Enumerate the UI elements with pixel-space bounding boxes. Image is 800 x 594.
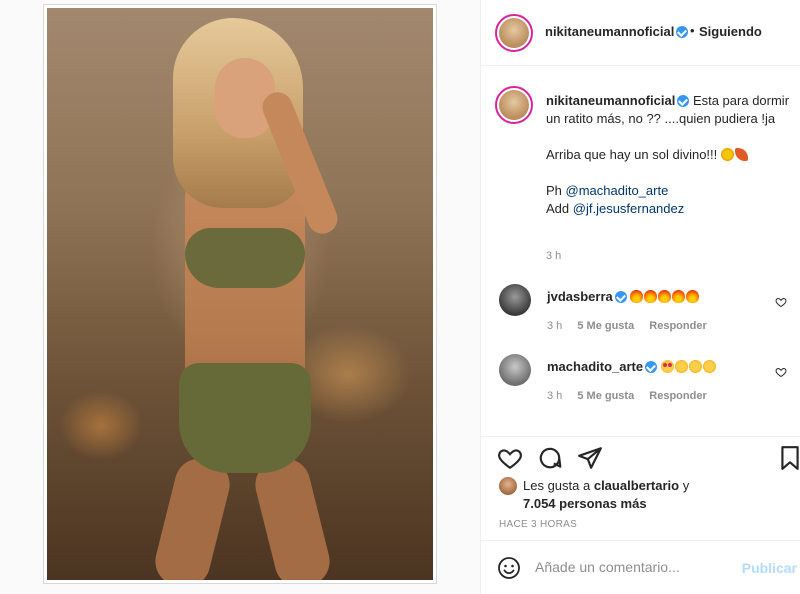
heart-eyes-emoji-icon — [660, 360, 674, 373]
comment-input[interactable] — [535, 551, 735, 583]
verified-icon — [645, 361, 658, 373]
post-timestamp[interactable]: HACE 3 HORAS — [499, 519, 577, 530]
mention-link[interactable]: @machadito_arte — [566, 183, 669, 198]
caption-add-label: Add — [546, 201, 570, 216]
emoji-icon[interactable] — [497, 556, 521, 580]
caption-username[interactable]: nikitaneumannoficial — [546, 93, 675, 108]
fire-emoji-icon — [672, 290, 686, 303]
comment-icon[interactable] — [537, 445, 563, 471]
comment-likes[interactable]: 5 Me gusta — [577, 390, 634, 402]
publish-button[interactable]: Publicar — [742, 560, 797, 576]
likes-count[interactable]: 7.054 personas más — [523, 496, 647, 511]
comment-timestamp[interactable]: 3 h — [547, 320, 562, 332]
heart-icon[interactable] — [497, 445, 523, 471]
fire-emoji-icon — [686, 290, 700, 303]
bookmark-icon[interactable] — [777, 445, 800, 471]
liker-username[interactable]: claualbertario — [594, 478, 679, 493]
comment-like-icon[interactable] — [775, 366, 787, 378]
likes-connector: y — [682, 478, 690, 493]
comment-text: machadito_arte — [547, 359, 717, 374]
likes-prefix: Les gusta a — [523, 478, 591, 493]
comment-like-icon[interactable] — [775, 296, 787, 308]
post-sidebar: nikitaneumannoficial • Siguiendo nikitan… — [480, 0, 800, 594]
caption-timestamp[interactable]: 3 h — [546, 250, 561, 262]
comment-timestamp[interactable]: 3 h — [547, 390, 562, 402]
fire-emoji-icon — [644, 290, 658, 303]
comment-meta: 3 h 5 Me gusta Responder — [547, 320, 719, 332]
caption-text-line2: Arriba que hay un sol divino!!! — [546, 147, 718, 162]
commenter-avatar[interactable] — [499, 284, 531, 316]
author-username[interactable]: nikitaneumannoficial — [545, 24, 689, 39]
mention-link[interactable]: @jf.jesusfernandez — [573, 201, 684, 216]
post-actions: Les gusta a claualbertario y 7.054 perso… — [481, 436, 800, 538]
sun-emoji-icon — [720, 148, 734, 161]
post-caption: nikitaneumannoficial Esta para dormir un… — [546, 92, 791, 218]
commenter-username[interactable]: machadito_arte — [547, 359, 643, 374]
fire-emoji-icon — [630, 290, 644, 303]
media-area — [0, 0, 480, 594]
comment-likes[interactable]: 5 Me gusta — [577, 320, 634, 332]
fire-emoji-icon — [658, 290, 672, 303]
commenter-username[interactable]: jvdasberra — [547, 289, 613, 304]
comment-item: machadito_arte 3 h 5 Me gusta Responder — [481, 348, 800, 408]
post-page: nikitaneumannoficial • Siguiendo nikitan… — [0, 0, 800, 594]
commenter-avatar[interactable] — [499, 354, 531, 386]
author-avatar[interactable] — [495, 14, 533, 52]
header-separator: • — [690, 23, 695, 38]
verified-icon — [677, 95, 690, 107]
share-icon[interactable] — [577, 445, 603, 471]
clap-emoji-icon — [702, 360, 716, 373]
post-photo-frame[interactable] — [43, 4, 437, 584]
caption-avatar[interactable] — [495, 86, 533, 124]
clap-emoji-icon — [688, 360, 702, 373]
comments-section: nikitaneumannoficial Esta para dormir un… — [481, 66, 800, 436]
clap-emoji-icon — [674, 360, 688, 373]
post-header: nikitaneumannoficial • Siguiendo — [481, 0, 800, 66]
comment-meta: 3 h 5 Me gusta Responder — [547, 390, 719, 402]
reply-button[interactable]: Responder — [649, 390, 706, 402]
caption-ph-label: Ph — [546, 183, 562, 198]
verified-icon — [614, 291, 627, 303]
liker-avatar[interactable] — [499, 477, 517, 495]
following-button[interactable]: Siguiendo — [699, 24, 762, 39]
reply-button[interactable]: Responder — [649, 320, 706, 332]
comment-text: jvdasberra — [547, 289, 700, 304]
comment-item: jvdasberra 3 h 5 Me gusta Responder — [481, 278, 800, 338]
add-comment-bar: Publicar — [481, 540, 800, 594]
post-photo[interactable] — [47, 8, 433, 580]
verified-icon — [676, 26, 689, 38]
photo-subject — [125, 18, 355, 580]
leaf-emoji-icon — [734, 148, 748, 161]
